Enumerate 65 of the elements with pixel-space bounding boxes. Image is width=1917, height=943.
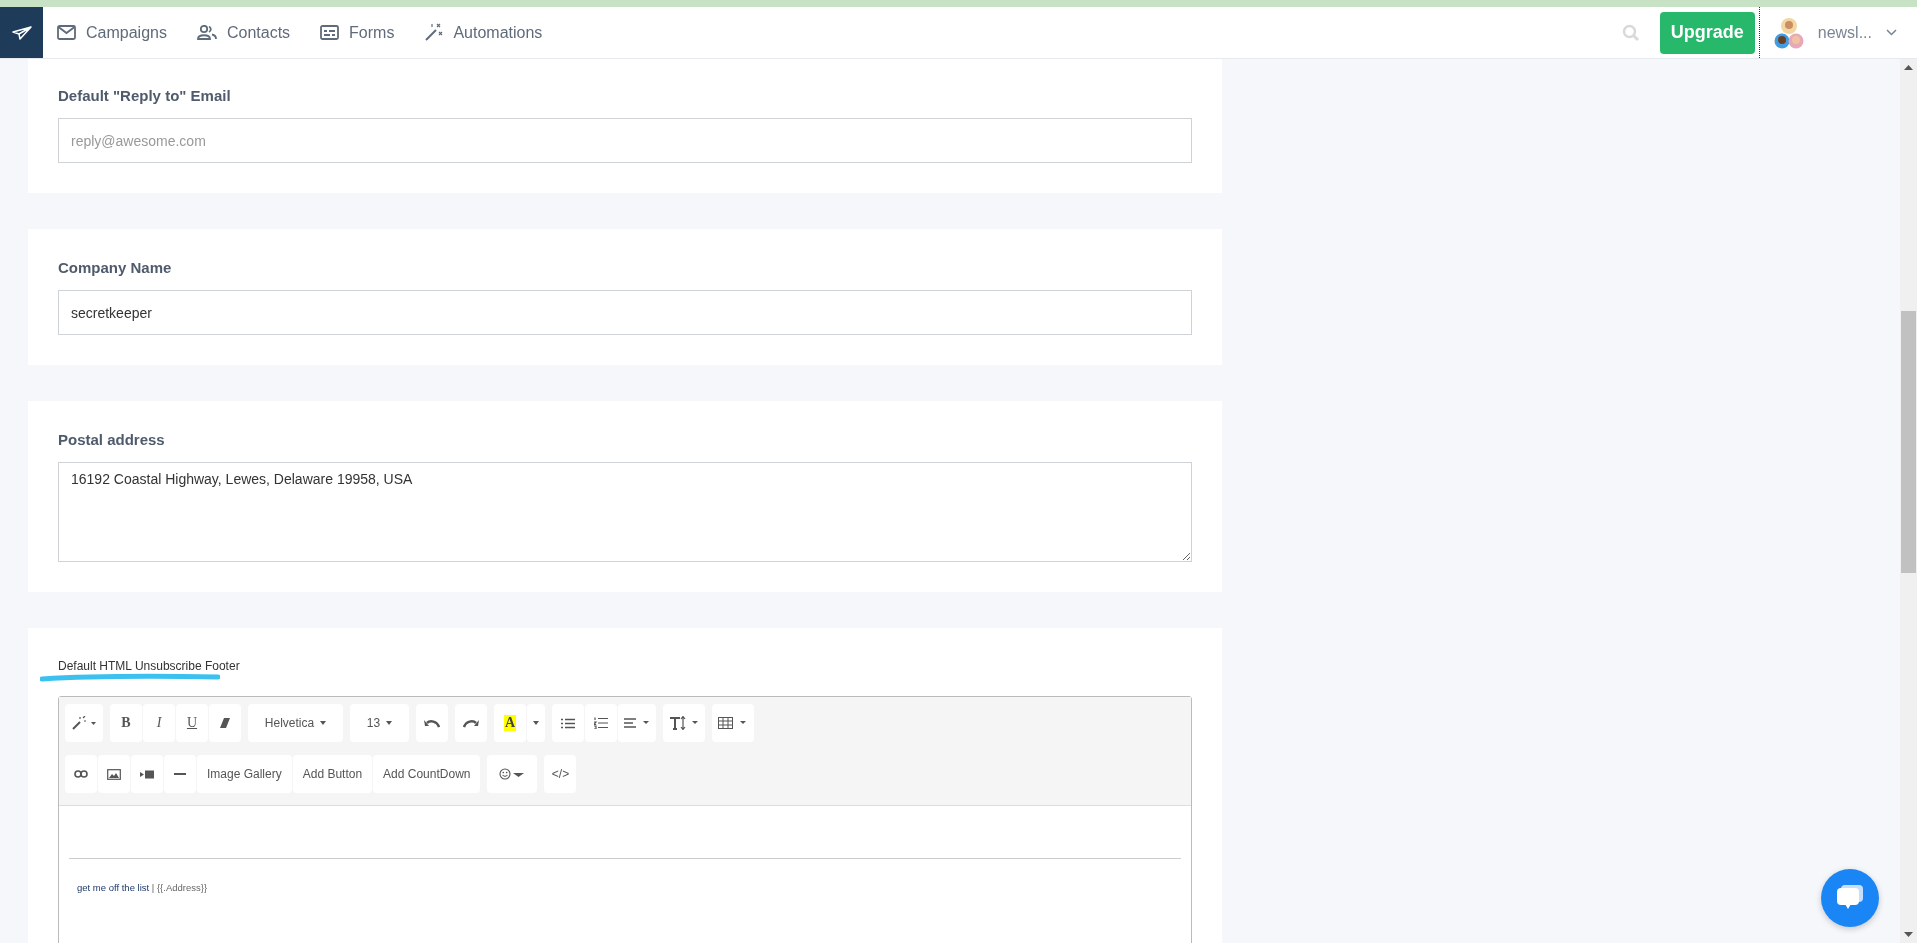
- magic-wand-icon: [424, 23, 444, 42]
- image-button[interactable]: [98, 755, 130, 793]
- video-button[interactable]: [131, 755, 163, 793]
- horizontal-line-icon: [174, 773, 186, 775]
- undo-icon: [424, 718, 440, 728]
- numbered-list-button[interactable]: [585, 704, 617, 742]
- video-icon: [140, 769, 154, 779]
- nav-link[interactable]: Campaigns: [57, 23, 167, 42]
- field-label: Default "Reply to" Email: [58, 87, 232, 104]
- code-view-button[interactable]: </>: [544, 755, 577, 793]
- scroll-up-icon[interactable]: [1904, 65, 1913, 70]
- bold-button[interactable]: B: [110, 704, 142, 742]
- people-icon: [196, 25, 217, 40]
- undo-button[interactable]: [416, 704, 448, 742]
- footer-text: get me off the list | {{.Address}}: [77, 882, 209, 893]
- numbered-list-icon: [594, 717, 608, 729]
- font-dropdown[interactable]: Helvetica: [248, 704, 343, 742]
- highlight-color-button[interactable]: A: [494, 704, 526, 742]
- insert-button[interactable]: Image Gallery: [197, 755, 292, 793]
- emoji-dropdown[interactable]: [487, 755, 538, 793]
- italic-button[interactable]: I: [143, 704, 175, 742]
- field-label: Company Name: [58, 259, 173, 276]
- link-button[interactable]: [65, 755, 97, 793]
- scrollbar-thumb[interactable]: [1901, 311, 1916, 573]
- form-icon: [320, 25, 340, 40]
- color-dropdown[interactable]: [527, 704, 545, 742]
- scroll-down-icon[interactable]: [1904, 932, 1913, 937]
- nav-link[interactable]: Forms: [320, 23, 395, 42]
- font-size-dropdown[interactable]: 13: [350, 704, 409, 742]
- align-dropdown[interactable]: [618, 704, 656, 742]
- field-label: Postal address: [58, 431, 166, 448]
- text-height-dropdown[interactable]: [663, 704, 705, 742]
- align-left-caret-icon: [624, 718, 650, 728]
- chevron-down-icon[interactable]: [1886, 29, 1897, 36]
- field-label: Default HTML Unsubscribe Footer: [58, 659, 240, 673]
- image-icon: [107, 768, 121, 780]
- logo[interactable]: [0, 7, 43, 58]
- magic-button[interactable]: [65, 704, 103, 742]
- bullet-list-button[interactable]: [552, 704, 584, 742]
- paper-plane-icon: [11, 25, 32, 40]
- smiley-caret-icon: [499, 768, 526, 780]
- account-name[interactable]: newsl...: [1817, 23, 1872, 42]
- unsubscribe-link[interactable]: get me off the list: [77, 882, 150, 893]
- nav-link[interactable]: Contacts: [196, 23, 291, 42]
- insert-button[interactable]: Add CountDown: [373, 755, 481, 793]
- scrollbar[interactable]: [1900, 59, 1917, 943]
- envelope-icon: [57, 25, 76, 40]
- link-icon: [74, 770, 88, 778]
- table-dropdown[interactable]: [712, 704, 754, 742]
- table-caret-icon: [718, 717, 748, 729]
- insert-button[interactable]: Add Button: [292, 755, 373, 793]
- text-height-caret-icon: [669, 716, 699, 730]
- nav-link[interactable]: Automations: [424, 23, 543, 42]
- redo-button[interactable]: [455, 704, 487, 742]
- redo-icon: [463, 718, 479, 728]
- underline-button[interactable]: U: [176, 704, 208, 742]
- eraser-button[interactable]: [209, 704, 241, 742]
- magic-wand-caret-icon: [71, 716, 97, 730]
- text-field[interactable]: secretkeeper: [58, 290, 1192, 335]
- avatar-group-icon[interactable]: [1773, 15, 1804, 50]
- textarea-field[interactable]: 16192 Coastal Highway, Lewes, Delaware 19958, USA: [58, 462, 1192, 562]
- chat-button[interactable]: [1821, 869, 1879, 927]
- eraser-icon: [219, 717, 231, 729]
- text-field[interactable]: reply@awesome.com: [58, 118, 1192, 163]
- bullet-list-icon: [561, 717, 575, 729]
